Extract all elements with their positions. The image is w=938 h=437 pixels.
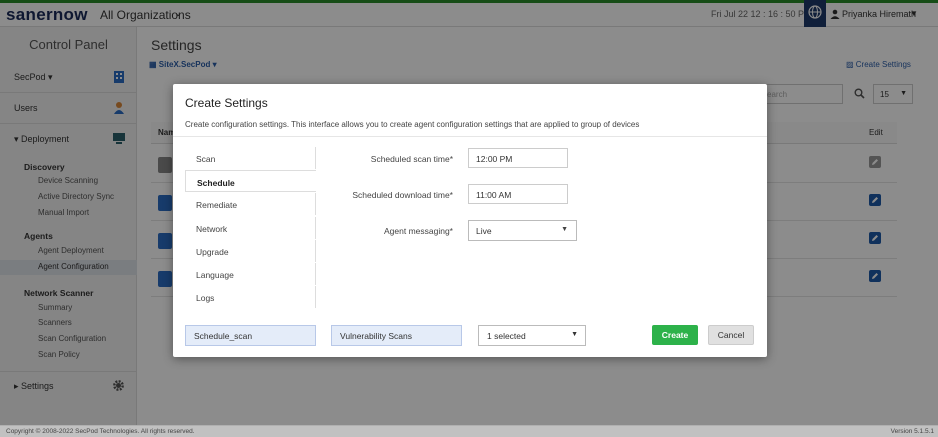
scan-time-input[interactable]: 12:00 PM [468,148,568,168]
tab-language[interactable]: Language [185,263,316,285]
dialog-title: Create Settings [185,96,268,110]
footer-backdrop [0,425,938,437]
divider [173,136,767,137]
download-time-input[interactable]: 11:00 AM [468,184,568,204]
agent-messaging-label: Agent messaging* [384,226,453,236]
tab-label: Network [196,224,228,234]
tab-schedule[interactable]: Schedule [185,170,316,192]
group-select[interactable]: 1 selected ▼ [478,325,586,346]
download-time-label: Scheduled download time* [352,190,453,200]
chevron-down-icon: ▼ [571,331,578,338]
tab-label: Upgrade [196,247,229,257]
tab-label: Scan [196,154,216,164]
dialog-description: Create configuration settings. This inte… [185,120,640,129]
settings-name-input[interactable]: Schedule_scan [185,325,316,346]
tab-label: Schedule [197,178,235,188]
create-settings-dialog: Create Settings Create configuration set… [173,84,767,357]
agent-messaging-select[interactable]: Live ▼ [468,220,577,241]
tab-label: Remediate [196,200,238,210]
create-button[interactable]: Create [652,325,698,345]
tab-label: Logs [196,293,215,303]
settings-category-input[interactable]: Vulnerability Scans [331,325,462,346]
tab-label: Language [196,270,234,280]
tab-logs[interactable]: Logs [185,286,316,308]
tab-upgrade[interactable]: Upgrade [185,240,316,262]
cancel-button[interactable]: Cancel [708,325,754,345]
scan-time-label: Scheduled scan time* [370,154,453,164]
select-value: 1 selected [487,331,526,341]
chevron-down-icon: ▼ [561,226,568,233]
select-value: Live [476,226,492,236]
